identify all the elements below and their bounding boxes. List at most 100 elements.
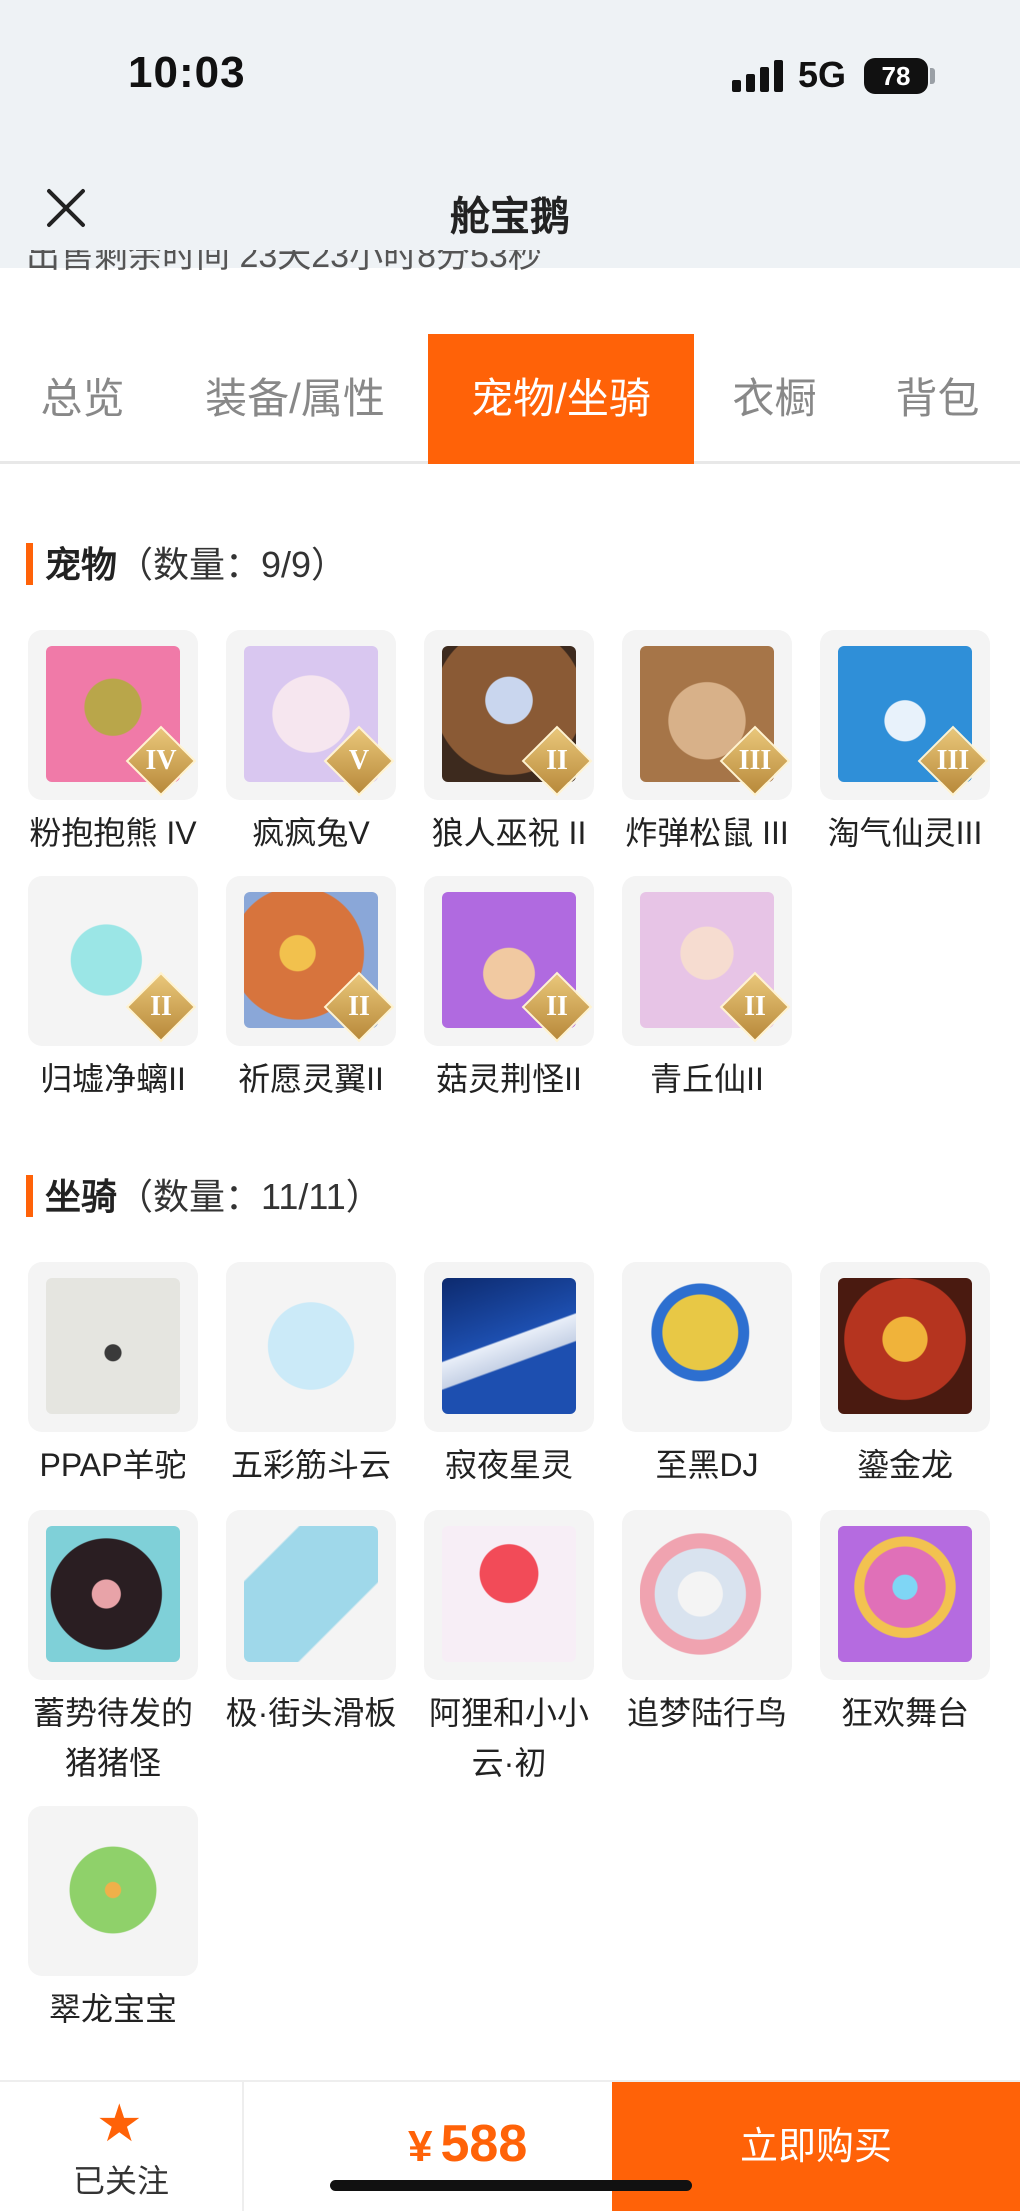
mount-item[interactable]: 寂夜星灵 [424,1262,594,1490]
mount-name: PPAP羊驼 [39,1447,187,1483]
pet-thumbnail: II [622,876,792,1046]
pets-count: （数量：9/9） [117,544,348,585]
tab-pets-mounts[interactable]: 宠物/坐骑 [428,334,694,464]
network-label: 5G [798,54,847,95]
mounts-count: （数量：11/11） [117,1176,382,1217]
follow-button[interactable]: ★ 已关注 [0,2082,244,2211]
alpaca-icon [46,1278,180,1414]
pet-thumbnail: II [424,630,594,800]
pet-name: 狼人巫祝 II [431,815,587,851]
battery-cap [930,68,935,84]
ali-fox-icon [442,1526,576,1662]
mount-thumbnail [820,1510,990,1680]
tab-bar: 总览 装备/属性 宠物/坐骑 衣橱 背包 [0,334,1020,464]
star-wolf-icon [442,1278,576,1414]
mount-thumbnail [622,1262,792,1432]
pet-name: 祈愿灵翼II [238,1061,384,1097]
grade-text: II [546,745,568,776]
mount-item[interactable]: PPAP羊驼 [28,1262,198,1490]
price: ¥588 [408,2114,527,2174]
pig-monster-icon [46,1526,180,1662]
tab-overview[interactable]: 总览 [0,334,165,464]
sale-remaining-time-peek: 出售剩余时间 23天23小时8分53秒 [26,250,586,280]
grade-text: III [936,745,970,776]
mounts-section-title: 坐骑（数量：11/11） [26,1168,382,1220]
pet-thumbnail: III [622,630,792,800]
pet-thumbnail: II [28,876,198,1046]
tab-backpack[interactable]: 背包 [870,334,1005,464]
pet-item[interactable]: III 炸弹松鼠 III [622,630,792,858]
grade-text: II [546,991,568,1022]
pet-name: 淘气仙灵III [827,815,983,851]
pet-item[interactable]: II 归墟净螭II [28,876,198,1104]
mount-name: 翠龙宝宝 [48,1991,177,2027]
pet-item[interactable]: II 狼人巫祝 II [424,630,594,858]
pets-title: 宠物 [45,544,118,585]
mount-item[interactable]: 极·街头滑板 [226,1510,396,1738]
baby-dragon-icon [46,1822,180,1958]
dj-helmet-icon [640,1278,774,1414]
mounts-title: 坐骑 [45,1176,118,1217]
tab-wardrobe[interactable]: 衣橱 [712,334,837,464]
page-title: 舱宝鹅 [450,195,570,239]
buy-now-button[interactable]: 立即购买 [612,2082,1020,2211]
pet-name: 炸弹松鼠 III [625,815,789,851]
follow-label: 已关注 [72,2163,169,2199]
mount-name: 极·街头滑板 [225,1695,397,1731]
pet-thumbnail: II [424,876,594,1046]
grade-text: V [348,745,370,776]
pet-thumbnail: II [226,876,396,1046]
section-accent-bar [26,1175,33,1218]
mount-thumbnail [28,1510,198,1680]
mount-thumbnail [226,1510,396,1680]
grade-text: II [348,991,370,1022]
mount-item[interactable]: 狂欢舞台 [820,1510,990,1738]
mount-name: 至黑DJ [655,1447,759,1483]
mount-name: 蓄势待发的猪猪怪 [32,1695,193,1781]
currency-symbol: ¥ [408,2122,433,2171]
pets-section-title: 宠物（数量：9/9） [26,536,347,588]
golden-dragon-icon [838,1278,972,1414]
mount-name: 追梦陆行鸟 [626,1695,787,1731]
mount-thumbnail [820,1262,990,1432]
mount-item[interactable]: 追梦陆行鸟 [622,1510,792,1738]
home-indicator [330,2180,692,2191]
pet-item[interactable]: IV 粉抱抱熊 IV [28,630,198,858]
mount-item[interactable]: 五彩筋斗云 [226,1262,396,1490]
dream-bird-icon [640,1526,774,1662]
mount-thumbnail [424,1510,594,1680]
pet-item[interactable]: II 青丘仙II [622,876,792,1104]
skateboard-icon [244,1526,378,1662]
mount-item[interactable]: 翠龙宝宝 [28,1806,198,2034]
mount-item[interactable]: 鎏金龙 [820,1262,990,1490]
mount-item[interactable]: 阿狸和小小云·初 [424,1510,594,1788]
mount-thumbnail [226,1262,396,1432]
pet-item[interactable]: II 菇灵荆怪II [424,876,594,1104]
battery-icon: 78 [864,58,928,94]
pet-thumbnail: IV [28,630,198,800]
pet-name: 菇灵荆怪II [436,1061,582,1097]
pet-name: 粉抱抱熊 IV [29,815,197,851]
pet-thumbnail: III [820,630,990,800]
pet-item[interactable]: II 祈愿灵翼II [226,876,396,1104]
pet-thumbnail: V [226,630,396,800]
mount-item[interactable]: 至黑DJ [622,1262,792,1490]
bottom-action-bar: ★ 已关注 ¥588 立即购买 [0,2080,1020,2211]
mount-thumbnail [424,1262,594,1432]
tab-equipment[interactable]: 装备/属性 [190,334,400,464]
pet-name: 青丘仙II [650,1061,764,1097]
mount-item[interactable]: 蓄势待发的猪猪怪 [28,1510,198,1788]
pet-name: 疯疯兔V [252,815,370,851]
mount-thumbnail [28,1806,198,1976]
mount-name: 五彩筋斗云 [230,1447,391,1483]
status-time: 10:03 [128,48,246,97]
peek-text: 出售剩余时间 23天23小时8分53秒 [26,250,542,275]
star-icon: ★ [96,2095,143,2153]
mount-name: 阿狸和小小云·初 [428,1695,589,1781]
mount-thumbnail [622,1510,792,1680]
pet-item[interactable]: III 淘气仙灵III [820,630,990,858]
mount-name: 鎏金龙 [856,1447,953,1483]
pet-item[interactable]: V 疯疯兔V [226,630,396,858]
signal-icon [732,60,784,92]
status-bar: 10:03 5G 78 [0,0,1020,150]
